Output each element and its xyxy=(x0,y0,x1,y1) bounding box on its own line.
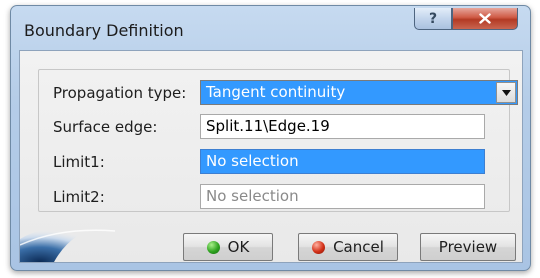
limit2-row: Limit2: No selection xyxy=(43,184,505,210)
close-icon xyxy=(453,8,517,29)
limit1-label: Limit1: xyxy=(53,153,105,171)
cancel-button[interactable]: Cancel xyxy=(298,233,398,261)
surface-edge-field[interactable]: Split.11\Edge.19 xyxy=(200,114,485,139)
limit1-field[interactable]: No selection xyxy=(200,149,485,174)
green-dot-icon xyxy=(206,240,220,254)
limit2-label: Limit2: xyxy=(53,188,105,206)
title-bar[interactable]: Boundary Definition ? xyxy=(11,6,530,49)
limit1-row: Limit1: No selection xyxy=(43,149,505,175)
dialog-title: Boundary Definition xyxy=(24,21,184,40)
propagation-type-label: Propagation type: xyxy=(53,84,187,102)
help-button[interactable]: ? xyxy=(414,8,452,30)
propagation-type-combo[interactable]: Tangent continuity xyxy=(200,80,518,105)
limit2-field[interactable]: No selection xyxy=(200,184,485,209)
parameters-group: Propagation type: Tangent continuity Sur… xyxy=(38,69,518,212)
preview-button[interactable]: Preview xyxy=(420,233,516,261)
cancel-button-label: Cancel xyxy=(333,238,384,256)
close-button[interactable] xyxy=(452,8,518,30)
propagation-type-row: Propagation type: Tangent continuity xyxy=(43,80,518,106)
catia-swoosh-graphic xyxy=(20,225,116,262)
surface-edge-row: Surface edge: Split.11\Edge.19 xyxy=(43,114,505,140)
surface-edge-label: Surface edge: xyxy=(53,118,158,136)
preview-button-label: Preview xyxy=(438,238,498,256)
ok-button-label: OK xyxy=(227,238,250,256)
propagation-type-value: Tangent continuity xyxy=(206,83,346,101)
dialog-body: Propagation type: Tangent continuity Sur… xyxy=(19,50,523,263)
boundary-definition-dialog: Boundary Definition ? Propagation type: … xyxy=(10,5,531,271)
chevron-down-icon[interactable] xyxy=(496,82,516,103)
ok-button[interactable]: OK xyxy=(183,233,273,261)
question-mark-icon: ? xyxy=(428,10,438,27)
red-dot-icon xyxy=(312,240,326,254)
